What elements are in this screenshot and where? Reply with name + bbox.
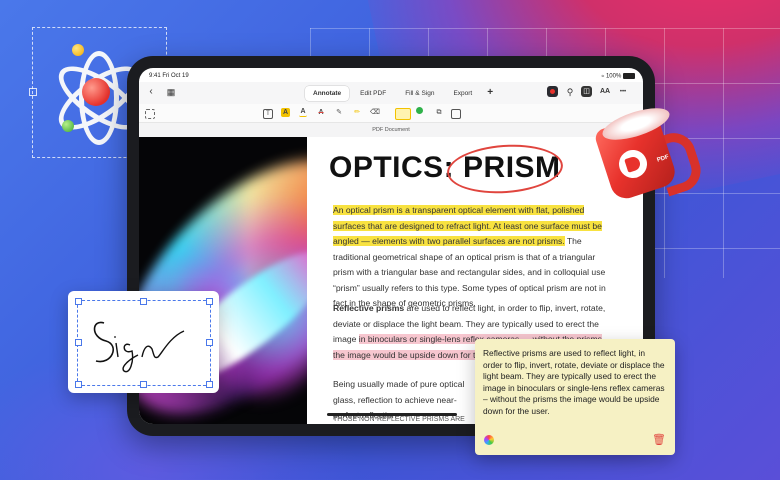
resize-handle[interactable] xyxy=(206,298,213,305)
underline-icon[interactable]: A xyxy=(299,107,307,117)
text-size-icon[interactable]: AA xyxy=(599,86,611,98)
tab-edit-pdf[interactable]: Edit PDF xyxy=(352,86,394,101)
profile-icon[interactable] xyxy=(547,86,558,97)
note-text[interactable]: Reflective prisms are used to reflect li… xyxy=(483,348,666,418)
signature-selection[interactable] xyxy=(77,300,211,386)
text-box-icon[interactable]: T xyxy=(263,109,273,119)
signature-card[interactable] xyxy=(68,291,219,393)
color-picker-icon[interactable] xyxy=(484,435,494,445)
grid-icon[interactable]: ▦ xyxy=(165,86,177,98)
pencil-icon[interactable]: ✎ xyxy=(333,107,345,119)
decorative-handle xyxy=(29,88,37,96)
shapes-icon[interactable]: ⧉ xyxy=(433,107,445,119)
tab-export[interactable]: Export xyxy=(445,86,480,101)
resize-handle[interactable] xyxy=(206,339,213,346)
circle-annotation[interactable] xyxy=(445,141,565,197)
electron-yellow xyxy=(72,44,84,56)
annotation-toolbar: T A A A ✎ ✏ ⌫ ⧉ xyxy=(139,104,643,123)
status-bar: 9:41 Fri Oct 19 ≈ 100% xyxy=(139,68,643,83)
sticky-note[interactable]: Reflective prisms are used to reflect li… xyxy=(475,339,675,455)
highlight-icon[interactable]: A xyxy=(281,108,290,117)
nucleus xyxy=(82,78,110,106)
resize-handle[interactable] xyxy=(206,381,213,388)
back-icon[interactable]: ‹ xyxy=(145,86,157,98)
color-dot-icon[interactable] xyxy=(413,107,425,119)
more-icon[interactable]: ••• xyxy=(617,86,629,98)
tab-fill-sign[interactable]: Fill & Sign xyxy=(397,86,442,101)
mode-tabs: Annotate Edit PDF Fill & Sign Export + xyxy=(305,86,497,101)
search-icon[interactable]: ⚲ xyxy=(564,86,576,98)
strikethrough-icon[interactable]: A xyxy=(315,107,327,119)
tab-annotate[interactable]: Annotate xyxy=(305,86,350,101)
status-time: 9:41 Fri Oct 19 xyxy=(149,73,189,79)
trash-icon[interactable]: 🗑 xyxy=(652,433,666,446)
status-battery: ≈ 100% xyxy=(602,73,635,80)
add-tab-button[interactable]: + xyxy=(483,86,497,101)
top-nav-bar: ‹ ▦ Annotate Edit PDF Fill & Sign Export… xyxy=(139,82,643,104)
electron-green xyxy=(62,120,74,132)
sticker-icon[interactable] xyxy=(451,109,461,119)
resize-handle[interactable] xyxy=(140,381,147,388)
resize-handle[interactable] xyxy=(75,298,82,305)
resize-handle[interactable] xyxy=(75,381,82,388)
yellow-highlight[interactable]: An optical prism is a transparent optica… xyxy=(333,205,602,246)
resize-handle[interactable] xyxy=(75,339,82,346)
pdf-mug-illustration: PDF xyxy=(593,101,707,203)
reader-icon[interactable]: ◫ xyxy=(581,86,592,97)
comment-icon[interactable] xyxy=(395,108,411,120)
resize-handle[interactable] xyxy=(140,298,147,305)
paragraph-1: An optical prism is a transparent optica… xyxy=(333,205,606,308)
select-icon[interactable] xyxy=(145,109,155,119)
eraser-icon[interactable]: ⌫ xyxy=(369,107,381,119)
signature-ink xyxy=(93,321,185,373)
document-label: PDF Document xyxy=(139,123,643,137)
home-indicator xyxy=(327,413,457,416)
marker-icon[interactable]: ✏ xyxy=(351,107,363,119)
